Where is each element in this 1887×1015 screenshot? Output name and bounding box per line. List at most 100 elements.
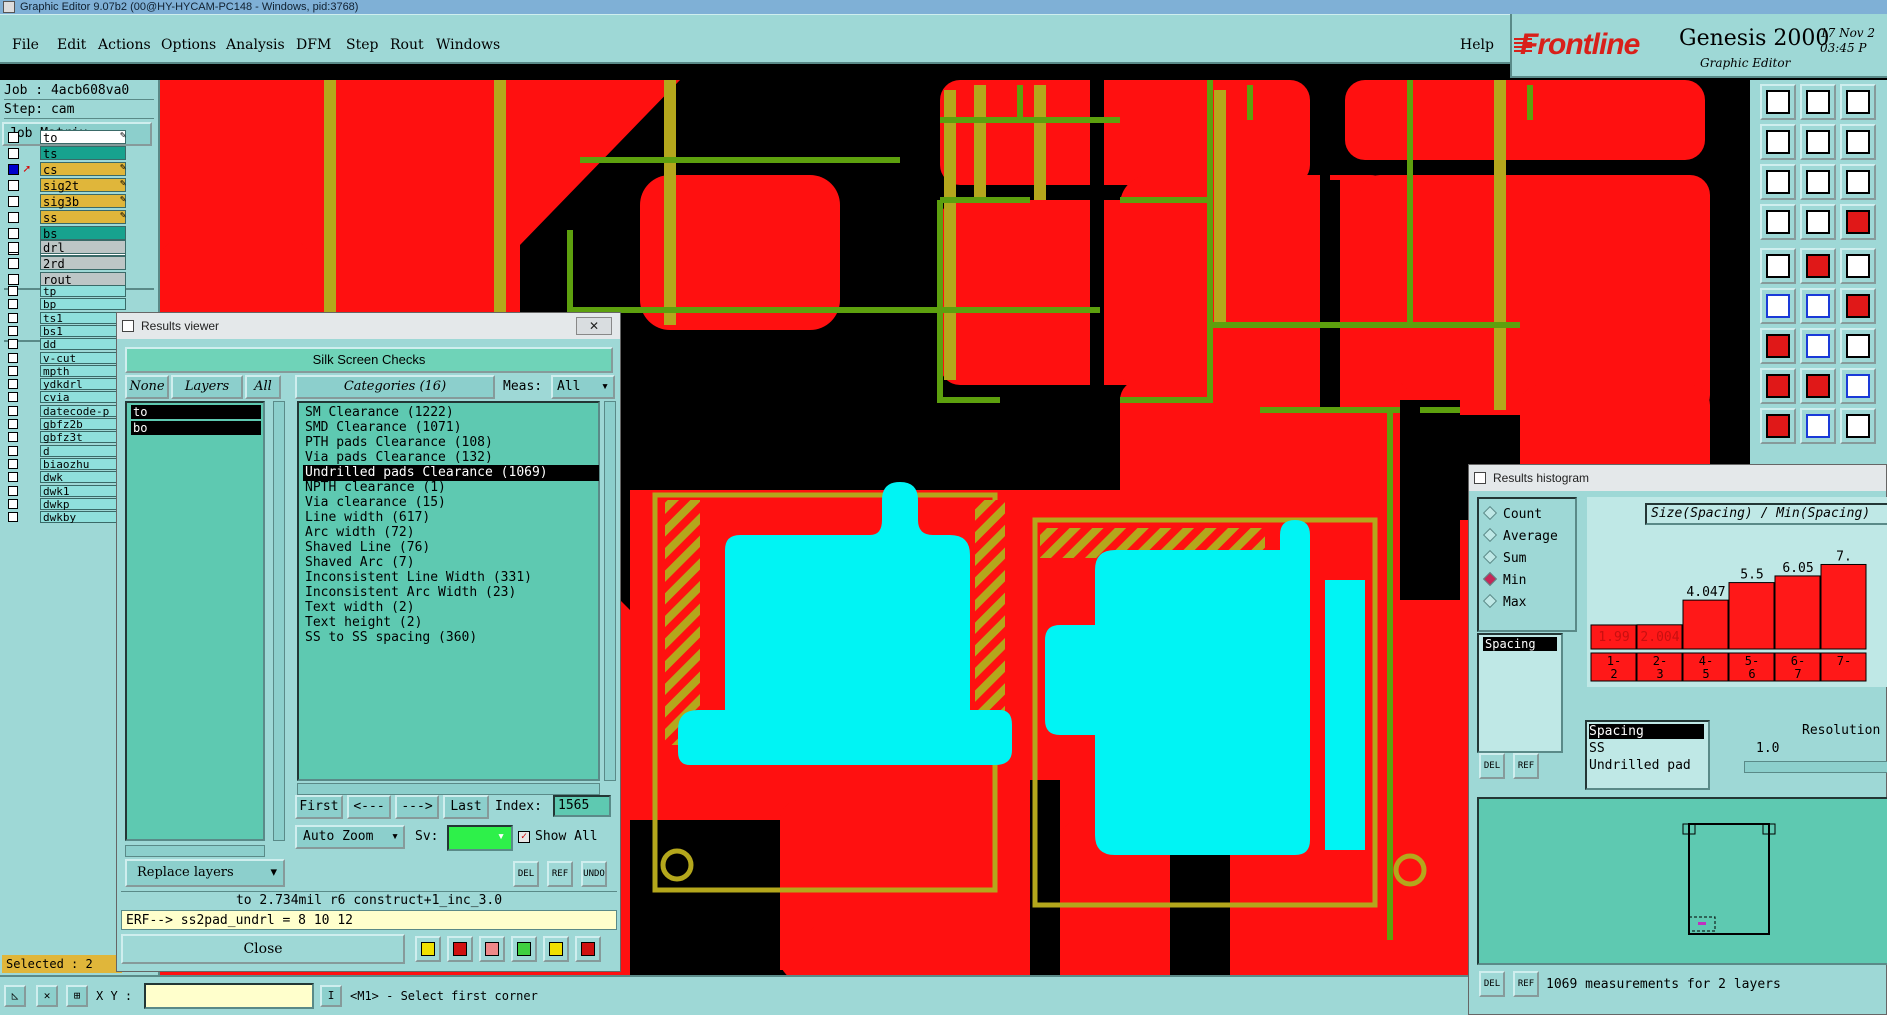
- layer-checkbox[interactable]: [8, 325, 18, 336]
- result-layer-item[interactable]: bo: [131, 421, 261, 435]
- layer-row-ts1[interactable]: ts1: [6, 311, 126, 325]
- ref-icon[interactable]: REF: [1513, 753, 1539, 779]
- layers-vscrollbar[interactable]: [273, 401, 285, 841]
- measurement-item[interactable]: SS: [1589, 741, 1605, 756]
- category-item[interactable]: Inconsistent Line Width (331): [303, 570, 599, 586]
- menu-help[interactable]: Help: [1460, 37, 1494, 53]
- layer-row-bp[interactable]: bp: [6, 298, 126, 311]
- layer-row-ydkdrl[interactable]: ydkdrl: [6, 378, 126, 391]
- accept-result-icon[interactable]: [511, 936, 537, 962]
- copy-layer-icon[interactable]: [1760, 84, 1796, 120]
- category-item[interactable]: NPTH clearance (1): [303, 480, 599, 496]
- aggregate-option-sum[interactable]: Sum: [1482, 549, 1526, 566]
- menu-step[interactable]: Step: [346, 37, 378, 53]
- histogram-bar[interactable]: [1728, 582, 1775, 650]
- menu-edit[interactable]: Edit: [57, 37, 86, 53]
- layer-name[interactable]: dwkby: [40, 511, 126, 524]
- auto-zoom-select[interactable]: Auto Zoom ▾: [295, 825, 405, 849]
- layer-name[interactable]: drl: [40, 240, 126, 255]
- category-item[interactable]: Shaved Line (76): [303, 540, 599, 556]
- histogram-bar[interactable]: [1774, 575, 1821, 650]
- menu-analysis[interactable]: Analysis: [226, 37, 285, 53]
- connect-icon[interactable]: [1760, 288, 1796, 324]
- cursor-icon[interactable]: I: [320, 985, 342, 1007]
- layer-name[interactable]: dwk1: [40, 484, 126, 497]
- category-item[interactable]: SS to SS spacing (360): [303, 630, 599, 646]
- layer-checkbox[interactable]: [8, 445, 18, 456]
- slash-icon[interactable]: [1800, 328, 1836, 364]
- result-layers-list[interactable]: to bo: [125, 401, 265, 841]
- layer-checkbox[interactable]: [8, 299, 18, 310]
- layer-name[interactable]: dwkp: [40, 497, 126, 510]
- first-button[interactable]: First: [295, 795, 343, 819]
- layer-checkbox[interactable]: [8, 258, 19, 269]
- ref-icon[interactable]: REF: [1513, 971, 1539, 997]
- layer-checkbox[interactable]: [8, 180, 19, 191]
- layer-row-ss[interactable]: ss ✎: [6, 210, 126, 225]
- layer-name[interactable]: biaozhu: [40, 457, 126, 470]
- aggregate-option-count[interactable]: Count: [1482, 505, 1542, 522]
- layer-checkbox[interactable]: [8, 286, 18, 296]
- categories-list[interactable]: SM Clearance (1222) SMD Clearance (1071) P…: [297, 401, 600, 781]
- layer-checkbox[interactable]: [8, 472, 18, 483]
- categories-vscrollbar[interactable]: [604, 401, 616, 781]
- layer-name[interactable]: cs: [40, 162, 126, 177]
- category-item[interactable]: Arc width (72): [303, 525, 599, 541]
- layer-row-dwk[interactable]: dwk: [6, 471, 126, 484]
- aggregate-option-max[interactable]: Max: [1482, 593, 1526, 610]
- layer-row-d[interactable]: d: [6, 444, 126, 458]
- layer-name[interactable]: datecode-p: [40, 404, 126, 417]
- split-icon[interactable]: [1800, 124, 1836, 160]
- layer-checkbox[interactable]: [8, 242, 19, 253]
- measure-icon[interactable]: [1840, 368, 1876, 404]
- move-layer-icon[interactable]: [1800, 84, 1836, 120]
- prev-button[interactable]: <---: [347, 795, 391, 819]
- layer-row-sig2t[interactable]: sig2t ✎: [6, 178, 126, 193]
- layer-checkbox[interactable]: [8, 485, 18, 496]
- cross-icon[interactable]: [1800, 288, 1836, 324]
- layer-checkbox[interactable]: [8, 339, 18, 350]
- next-button[interactable]: --->: [395, 795, 439, 819]
- ref-icon[interactable]: REF: [547, 861, 573, 887]
- index-field[interactable]: 1565: [553, 795, 611, 817]
- xy-input[interactable]: [144, 983, 314, 1009]
- spacing-item[interactable]: Spacing: [1483, 637, 1557, 651]
- del-icon[interactable]: DEL: [513, 861, 539, 887]
- del-icon[interactable]: DEL: [1479, 971, 1505, 997]
- measurement-list[interactable]: Spacing SS Undrilled pad: [1585, 720, 1710, 790]
- layer-checkbox[interactable]: [8, 148, 19, 159]
- layer-checkbox[interactable]: [8, 419, 18, 429]
- ruler-icon[interactable]: [1840, 248, 1876, 284]
- layer-checkbox[interactable]: [8, 132, 19, 143]
- meas-select[interactable]: All ▾: [551, 375, 615, 399]
- category-item[interactable]: PTH pads Clearance (108): [303, 435, 599, 451]
- category-item[interactable]: Text height (2): [303, 615, 599, 631]
- aggregate-option-min[interactable]: Min: [1482, 571, 1526, 588]
- histogram-bar[interactable]: [1682, 599, 1729, 650]
- layer-row-mpth[interactable]: mpth: [6, 364, 126, 378]
- merge-icon[interactable]: [1760, 124, 1796, 160]
- layer-name[interactable]: bs1: [40, 324, 126, 337]
- close-icon[interactable]: ✕: [576, 317, 612, 335]
- menu-windows[interactable]: Windows: [436, 37, 500, 53]
- layer-checkbox[interactable]: [8, 405, 18, 416]
- layer-checkbox[interactable]: [8, 274, 19, 285]
- all-button[interactable]: All: [245, 375, 281, 399]
- grid-icon[interactable]: [1800, 204, 1836, 240]
- menu-file[interactable]: File: [12, 37, 39, 53]
- layer-checkbox[interactable]: [8, 365, 18, 376]
- rotate-icon[interactable]: [1760, 204, 1796, 240]
- layer-row-dd[interactable]: dd: [6, 338, 126, 351]
- category-item[interactable]: SMD Clearance (1071): [303, 420, 599, 436]
- layer-name[interactable]: bs: [40, 226, 126, 241]
- layer-checkbox[interactable]: [8, 392, 18, 403]
- arc-icon[interactable]: [1840, 328, 1876, 364]
- notes-icon[interactable]: [543, 936, 569, 962]
- draw-line-icon[interactable]: [1760, 328, 1796, 364]
- layer-name[interactable]: cvia: [40, 391, 126, 404]
- netlist-icon[interactable]: [1840, 204, 1876, 240]
- layer-name[interactable]: ts1: [40, 311, 126, 324]
- spacing-list[interactable]: Spacing: [1477, 633, 1563, 753]
- category-item[interactable]: Inconsistent Arc Width (23): [303, 585, 599, 601]
- category-item[interactable]: Via clearance (15): [303, 495, 599, 511]
